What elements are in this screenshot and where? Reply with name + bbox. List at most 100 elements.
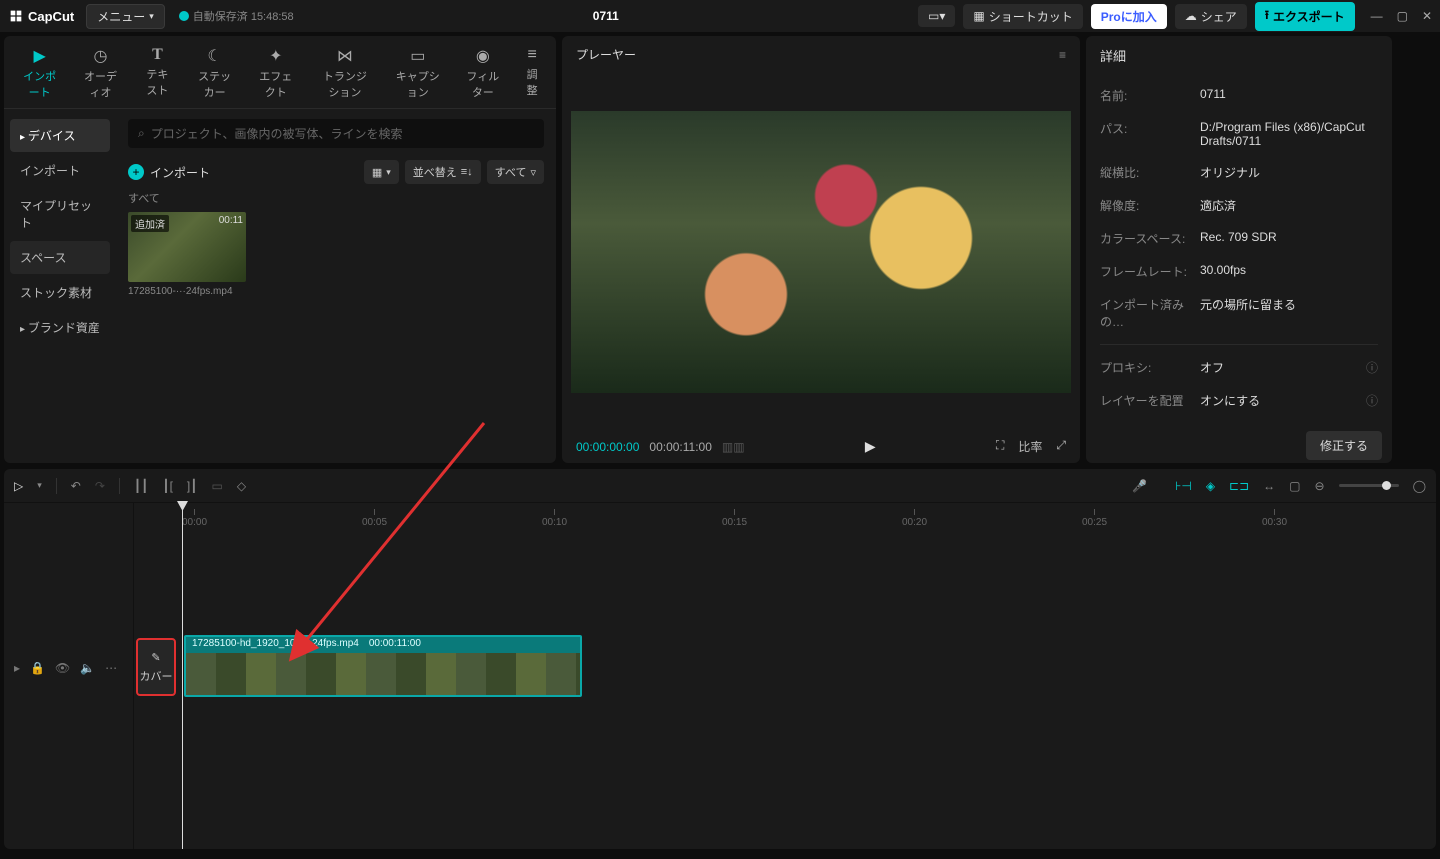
info-icon[interactable]: ⓘ [1366,392,1378,409]
mic-icon[interactable]: 🎤 [1132,479,1147,493]
undo-icon[interactable]: ↶ [71,479,81,493]
delete-icon[interactable]: ▭ [211,479,222,493]
zoom-slider[interactable] [1339,484,1399,487]
trim-right-icon[interactable]: ]┃ [187,479,198,493]
export-button[interactable]: ⭱ エクスポート [1255,2,1355,31]
ruler-tick: 00:20 [902,509,927,528]
detail-key-fps: フレームレート: [1100,263,1200,280]
tab-effect[interactable]: ✦エフェクト [246,42,305,108]
track-display-icon[interactable]: ▢ [1289,479,1300,493]
clip-duration: 00:00:11:00 [369,638,421,652]
detail-val-name: 0711 [1200,87,1378,104]
safezone-icon[interactable]: ⛶ [996,438,1004,455]
detail-key-path: パス: [1100,120,1200,148]
sidebar-item-stock[interactable]: ストック素材 [10,276,110,309]
tab-transition[interactable]: ⋈トランジション [307,42,382,108]
project-title: 0711 [294,9,918,23]
sort-button[interactable]: 並べ替え ≡↓ [405,160,481,184]
track-collapse-icon[interactable]: ▸ [14,661,20,675]
detail-val-path: D:/Program Files (x86)/CapCut Drafts/071… [1200,120,1378,148]
track-more-icon[interactable]: ⋯ [105,661,117,675]
play-button[interactable]: ▶ [865,438,876,454]
fullscreen-icon[interactable]: ⤢ [1056,438,1066,455]
snap-icon[interactable]: ⊦⊣ [1175,479,1192,493]
detail-val-proxy[interactable]: オフ [1200,359,1366,376]
compare-icon[interactable]: ▥▥ [722,440,745,454]
tool-dropdown-icon[interactable]: ▾ [37,480,42,491]
menu-button[interactable]: メニュー▾ [86,4,165,29]
preview-icon[interactable]: ⊏⊐ [1229,479,1249,493]
tab-adjust[interactable]: ≡調整 [514,42,550,108]
search-icon: ⌕ [138,126,145,141]
trim-left-icon[interactable]: ┃[ [162,479,173,493]
fix-button[interactable]: 修正する [1306,431,1382,460]
info-icon[interactable]: ⓘ [1366,359,1378,376]
sidebar-item-brand[interactable]: ブランド資産 [10,311,110,344]
tab-filter[interactable]: ◉フィルター [453,42,512,108]
thumb-filename: 17285100-···24fps.mp4 [128,286,246,297]
detail-val-imported: 元の場所に留まる [1200,296,1378,330]
track-lock-icon[interactable]: 🔒 [30,661,45,675]
sidebar-item-preset[interactable]: マイプリセット [10,189,110,239]
playhead[interactable] [182,503,183,849]
minimize-icon[interactable]: — [1371,9,1383,23]
search-input[interactable]: ⌕ プロジェクト、画像内の被写体、ラインを検索 [128,119,544,148]
sidebar-item-space[interactable]: スペース [10,241,110,274]
detail-key-res: 解像度: [1100,197,1200,214]
align-icon[interactable]: ↔ [1263,479,1275,493]
selection-tool-icon[interactable]: ▷ [14,479,23,493]
detail-val-fps: 30.00fps [1200,263,1378,280]
detail-val-layer[interactable]: オンにする [1200,392,1366,409]
timecode-duration: 00:00:11:00 [649,440,712,454]
media-thumbnail[interactable]: 追加済 00:11 17285100-···24fps.mp4 [128,212,246,297]
detail-val-ratio: オリジナル [1200,164,1378,181]
track-visibility-icon[interactable]: 👁 [55,661,70,675]
zoom-fit-icon[interactable]: ◯ [1413,479,1426,493]
filter-label: すべて [128,190,544,206]
linkage-icon[interactable]: ◈ [1206,479,1215,493]
autosave-status: 自動保存済 15:48:58 [179,8,294,24]
zoom-out-icon[interactable]: ⊖ [1315,479,1325,493]
tab-caption[interactable]: ▭キャプション [384,42,451,108]
view-mode-button[interactable]: ▦ ▾ [364,160,399,184]
clip-name: 17285100-hd_1920_1080_24fps.mp4 [192,638,359,652]
filter-all-button[interactable]: すべて ▿ [487,160,544,184]
player-title: プレーヤー [576,46,636,63]
player-viewport[interactable] [571,111,1071,393]
timeline-clip[interactable]: 17285100-hd_1920_1080_24fps.mp4 00:00:11… [184,635,582,697]
detail-key-proxy: プロキシ: [1100,359,1200,376]
detail-val-res: 適応済 [1200,197,1378,214]
player-menu-icon[interactable]: ≡ [1059,48,1066,62]
redo-icon[interactable]: ↷ [95,479,105,493]
tab-import[interactable]: ▶インポート [10,42,69,108]
track-mute-icon[interactable]: 🔈 [80,661,95,675]
tab-text[interactable]: Tテキスト [132,42,183,108]
sidebar-item-import[interactable]: インポート [10,154,110,187]
import-media-button[interactable]: + インポート [128,164,210,181]
tab-audio[interactable]: ◷オーディオ [71,42,130,108]
ratio-icon[interactable]: 比率 [1018,438,1042,455]
shortcut-button[interactable]: ▦ ショートカット [963,4,1082,29]
layout-button[interactable]: ▭▾ [918,5,955,27]
tab-sticker[interactable]: ☾ステッカー [185,42,244,108]
added-badge: 追加済 [131,215,169,232]
marker-icon[interactable]: ◇ [237,479,246,493]
details-title: 詳細 [1086,36,1392,75]
share-button[interactable]: ☁ シェア [1175,4,1247,29]
maximize-icon[interactable]: ▢ [1397,9,1408,23]
ruler-tick: 00:25 [1082,509,1107,528]
sidebar-item-device[interactable]: デバイス [10,119,110,152]
app-logo: CapCut [8,8,74,24]
ruler-tick: 00:15 [722,509,747,528]
ruler-tick: 00:00 [182,509,207,528]
close-icon[interactable]: ✕ [1422,9,1432,23]
ruler-tick: 00:30 [1262,509,1287,528]
pro-join-button[interactable]: Proに加入 [1091,4,1167,29]
detail-val-cspace: Rec. 709 SDR [1200,230,1378,247]
detail-key-name: 名前: [1100,87,1200,104]
timecode-current: 00:00:00:00 [576,440,639,454]
detail-key-imported: インポート済みの… [1100,296,1200,330]
detail-key-ratio: 縦横比: [1100,164,1200,181]
split-icon[interactable]: ┃┃ [134,479,148,493]
timeline-ruler[interactable]: 00:00 00:05 00:10 00:15 00:20 00:25 00:3… [134,503,1436,529]
